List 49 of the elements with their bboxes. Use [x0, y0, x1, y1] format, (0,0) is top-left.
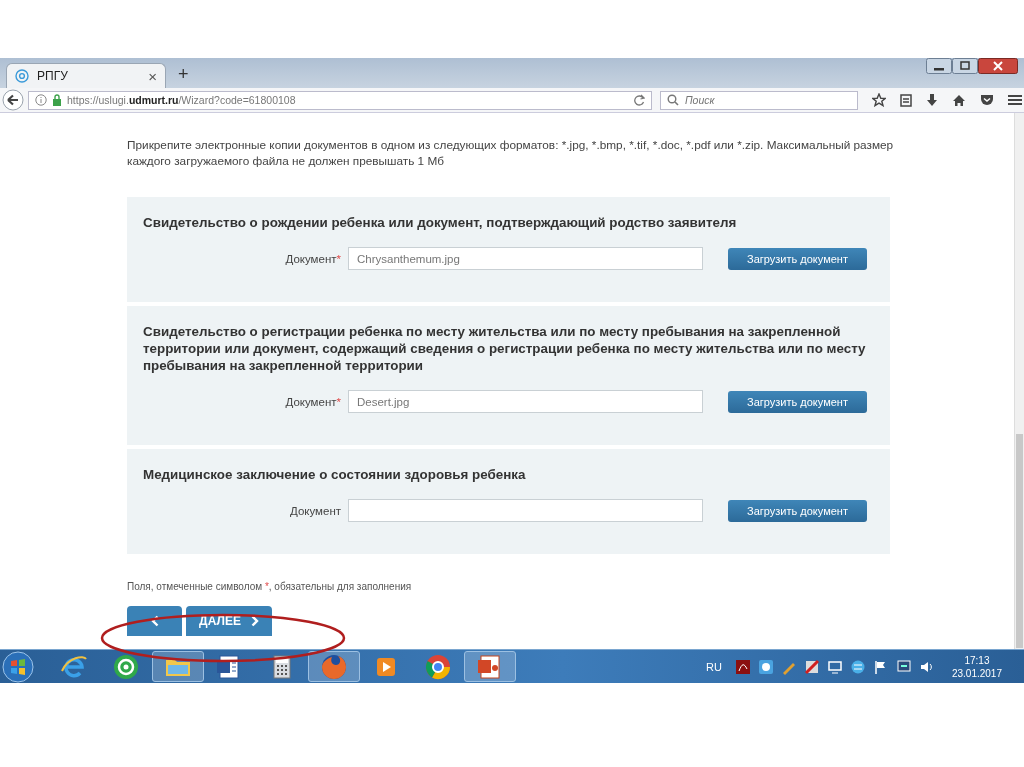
- browser-tab[interactable]: РПГУ ×: [6, 63, 166, 88]
- chevron-left-icon: [150, 615, 159, 627]
- start-button[interactable]: [2, 650, 34, 683]
- clock-date: 23.01.2017: [951, 666, 1002, 680]
- upload-button[interactable]: Загрузить документ: [728, 390, 867, 413]
- lock-icon: [52, 94, 62, 106]
- chevron-right-icon: [250, 615, 259, 627]
- back-button[interactable]: [2, 89, 24, 111]
- file-name-field[interactable]: Desert.jpg: [348, 390, 703, 413]
- maximize-button[interactable]: [952, 58, 978, 74]
- pocket-icon[interactable]: [980, 94, 994, 106]
- field-label: Документ*: [284, 395, 342, 408]
- tab-title: РПГУ: [37, 69, 69, 83]
- field-label: Документ*: [284, 252, 342, 265]
- taskbar-button[interactable]: [308, 651, 360, 682]
- upload-button[interactable]: Загрузить документ: [728, 247, 867, 270]
- clipboard-icon[interactable]: [900, 93, 912, 107]
- next-button[interactable]: ДАЛЕЕ: [186, 606, 272, 636]
- url-text: https://uslugi.udmurt.ru/Wizard?code=61800108: [67, 94, 297, 106]
- new-tab-button[interactable]: +: [178, 64, 189, 85]
- taskbar-button[interactable]: [152, 651, 204, 682]
- search-icon: [667, 94, 679, 106]
- panel-title: Свидетельство о рождении ребенка или документ, подтверждающий родство заявителя: [143, 214, 738, 231]
- required-fields-note: Поля, отмеченные символом *, обязательны для заполнения: [127, 581, 413, 592]
- menu-icon[interactable]: [1008, 94, 1022, 106]
- scrollbar[interactable]: [1014, 113, 1024, 649]
- upload-button[interactable]: Загрузить документ: [728, 499, 867, 522]
- panel-title: Свидетельство о регистрации ребенка по месту жительства или по месту пребывания на закрепленной территории или документ, содержащий сведения о регистрации ребенка по месту жительства или по месту пребывания на закрепленной территории: [143, 323, 867, 374]
- minimize-button[interactable]: [926, 58, 952, 74]
- reload-icon[interactable]: [633, 94, 645, 106]
- panel-title: Медицинское заключение о состоянии здоровья ребенка: [143, 466, 527, 483]
- info-icon: [35, 94, 47, 106]
- language-indicator[interactable]: RU: [706, 660, 722, 673]
- at-sign-icon: [15, 69, 29, 83]
- instruction-text: Прикрепите электронные копии документов в одном из следующих форматов: *.jpg, *.bmp, *.tif, *.doc, *.pdf или *.zip. Максимальный размер каждого загружаемого файла не должен превышать 1 Мб: [127, 137, 895, 169]
- search-field[interactable]: Поиск: [660, 90, 858, 110]
- clock[interactable]: 17:13 23.01.2017: [951, 653, 1002, 680]
- download-icon[interactable]: [926, 93, 938, 107]
- file-name-field[interactable]: [348, 499, 703, 522]
- file-name-field[interactable]: Chrysanthemum.jpg: [348, 247, 703, 270]
- star-icon[interactable]: [872, 93, 886, 107]
- tab-close-button[interactable]: ×: [148, 67, 157, 85]
- address-bar[interactable]: https://uslugi.udmurt.ru/Wizard?code=61800108: [28, 90, 652, 110]
- close-button[interactable]: [978, 58, 1018, 74]
- field-label: Документ: [289, 504, 342, 517]
- taskbar-button[interactable]: [464, 651, 516, 682]
- clock-time: 17:13: [964, 653, 990, 667]
- monitor-icon[interactable]: [826, 658, 843, 675]
- home-icon[interactable]: [952, 93, 966, 107]
